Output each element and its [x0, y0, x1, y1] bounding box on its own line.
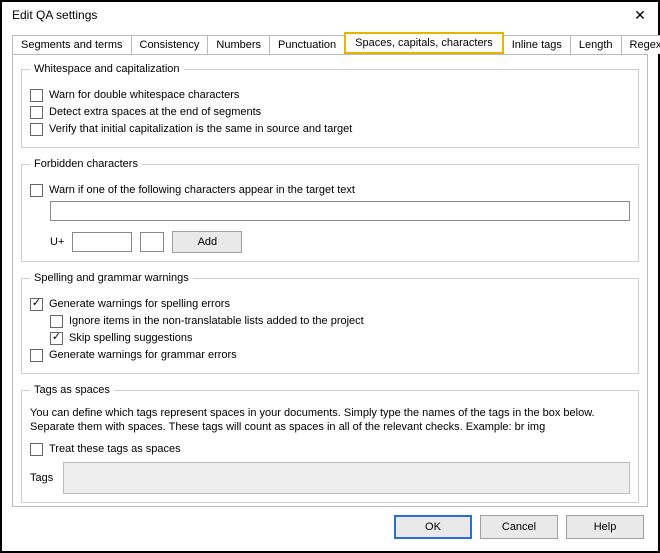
- group-tags-as-spaces: Tags as spaces You can define which tags…: [21, 384, 639, 503]
- group-forbidden: Forbidden characters Warn if one of the …: [21, 158, 639, 262]
- row-skip-suggestions: Skip spelling suggestions: [50, 331, 630, 345]
- row-warn-forbidden: Warn if one of the following characters …: [30, 183, 630, 197]
- dialog-footer: OK Cancel Help: [2, 515, 658, 551]
- checkbox-initial-cap[interactable]: [30, 123, 43, 136]
- row-treat-tags: Treat these tags as spaces: [30, 442, 630, 456]
- checkbox-treat-tags[interactable]: [30, 443, 43, 456]
- checkbox-gen-spelling[interactable]: [30, 298, 43, 311]
- input-unicode-extra[interactable]: [140, 232, 164, 252]
- group-tags-legend: Tags as spaces: [30, 384, 114, 396]
- tab-inline-tags[interactable]: Inline tags: [503, 35, 571, 54]
- label-unicode-prefix: U+: [50, 236, 64, 248]
- row-gen-spelling: Generate warnings for spelling errors: [30, 297, 630, 311]
- add-button[interactable]: Add: [172, 231, 242, 253]
- dialog-window: Edit QA settings ✕ Segments and terms Co…: [0, 0, 660, 553]
- row-tags-input: Tags: [30, 462, 630, 494]
- tab-panel: Whitespace and capitalization Warn for d…: [12, 54, 648, 507]
- tags-description: You can define which tags represent spac…: [30, 406, 630, 434]
- checkbox-extra-end-spaces[interactable]: [30, 106, 43, 119]
- ok-button[interactable]: OK: [394, 515, 472, 539]
- group-spelling: Spelling and grammar warnings Generate w…: [21, 272, 639, 374]
- tab-consistency[interactable]: Consistency: [131, 35, 209, 54]
- cancel-button[interactable]: Cancel: [480, 515, 558, 539]
- titlebar: Edit QA settings ✕: [2, 2, 658, 26]
- group-forbidden-legend: Forbidden characters: [30, 158, 142, 170]
- tab-numbers[interactable]: Numbers: [207, 35, 270, 54]
- group-whitespace: Whitespace and capitalization Warn for d…: [21, 63, 639, 148]
- tab-punctuation[interactable]: Punctuation: [269, 35, 345, 54]
- input-unicode-code[interactable]: [72, 232, 132, 252]
- label-initial-cap: Verify that initial capitalization is th…: [49, 122, 352, 136]
- checkbox-skip-suggestions[interactable]: [50, 332, 63, 345]
- label-gen-spelling: Generate warnings for spelling errors: [49, 297, 230, 311]
- row-ignore-nontrans: Ignore items in the non-translatable lis…: [50, 314, 630, 328]
- tab-regex[interactable]: Regex: [621, 35, 660, 54]
- label-skip-suggestions: Skip spelling suggestions: [69, 331, 193, 345]
- label-treat-tags: Treat these tags as spaces: [49, 442, 181, 456]
- close-icon[interactable]: ✕: [630, 8, 650, 22]
- input-forbidden-chars[interactable]: [50, 201, 630, 221]
- checkbox-ignore-nontrans[interactable]: [50, 315, 63, 328]
- tab-segments-terms[interactable]: Segments and terms: [12, 35, 132, 54]
- row-extra-end-spaces: Detect extra spaces at the end of segmen…: [30, 105, 630, 119]
- checkbox-warn-forbidden[interactable]: [30, 184, 43, 197]
- row-forbidden-chars-input: [30, 201, 630, 221]
- row-initial-cap: Verify that initial capitalization is th…: [30, 122, 630, 136]
- label-extra-end-spaces: Detect extra spaces at the end of segmen…: [49, 105, 261, 119]
- row-double-whitespace: Warn for double whitespace characters: [30, 88, 630, 102]
- label-ignore-nontrans: Ignore items in the non-translatable lis…: [69, 314, 364, 328]
- label-warn-forbidden: Warn if one of the following characters …: [49, 183, 355, 197]
- label-gen-grammar: Generate warnings for grammar errors: [49, 348, 237, 362]
- label-double-whitespace: Warn for double whitespace characters: [49, 88, 239, 102]
- checkbox-gen-grammar[interactable]: [30, 349, 43, 362]
- help-button[interactable]: Help: [566, 515, 644, 539]
- row-gen-grammar: Generate warnings for grammar errors: [30, 348, 630, 362]
- tab-length[interactable]: Length: [570, 35, 622, 54]
- row-unicode-add: U+ Add: [30, 231, 630, 253]
- tab-spaces-capitals-characters[interactable]: Spaces, capitals, characters: [344, 32, 504, 54]
- group-spelling-legend: Spelling and grammar warnings: [30, 272, 193, 284]
- checkbox-double-whitespace[interactable]: [30, 89, 43, 102]
- tab-strip: Segments and terms Consistency Numbers P…: [2, 32, 658, 54]
- group-whitespace-legend: Whitespace and capitalization: [30, 63, 184, 75]
- label-tags: Tags: [30, 472, 53, 484]
- window-title: Edit QA settings: [12, 8, 97, 22]
- input-tags[interactable]: [63, 462, 630, 494]
